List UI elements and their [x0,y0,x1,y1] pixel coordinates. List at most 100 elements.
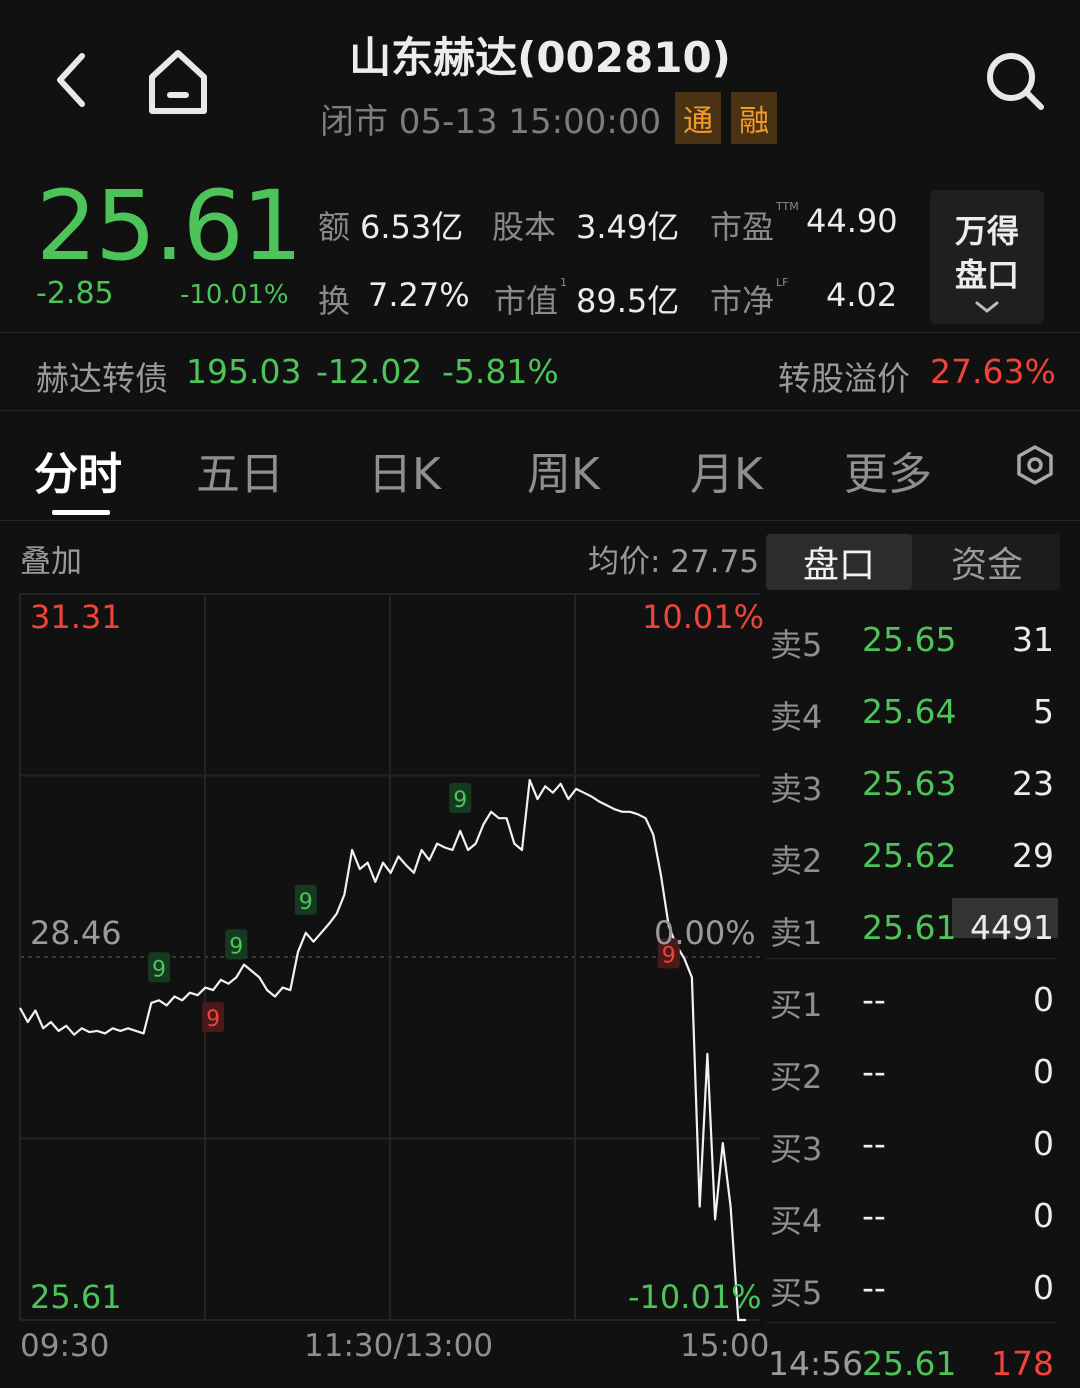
ask-label: 卖1 [770,914,823,952]
bid-row: 买1 -- 0 [766,966,1060,1038]
divider [0,520,1080,521]
bid-row: 买5 -- 0 [766,1254,1060,1326]
marker-label: 9 [299,890,313,915]
tab-capital-flow[interactable]: 资金 [914,534,1060,590]
bid-row: 买3 -- 0 [766,1110,1060,1182]
ask-row: 卖2 25.62 29 [766,822,1060,894]
x-axis-open: 09:30 [20,1328,110,1364]
capital-label: 股本 [492,208,557,246]
tick-price: 25.61 [862,1344,957,1383]
bond-premium-value: 27.63% [930,352,1056,391]
y-axis-mid-price: 28.46 [30,914,122,952]
tab-orderbook[interactable]: 盘口 [766,534,912,590]
capital-value: 3.49亿 [576,208,680,246]
tab-five-day[interactable]: 五日 [196,438,284,502]
mktcap-sup: 1 [560,276,567,289]
ask-label: 卖5 [770,626,823,664]
tick-volume: 178 [991,1344,1054,1383]
turnover-label: 换 [318,282,351,320]
buy-signal-marker: 9 [449,782,472,813]
tag-stock-connect: 通 [675,92,722,144]
chart-series [19,778,746,1322]
bid-price: -- [862,1268,886,1307]
bid-label: 买1 [770,986,823,1024]
mktcap-label: 市值 [494,282,559,320]
ask-price: 25.65 [862,620,957,659]
panel-tabs: 盘口 资金 [766,534,1060,590]
bid-label: 买5 [770,1274,823,1312]
wind-orderbook-button[interactable]: 万得 盘口 [930,190,1044,324]
header: 山东赫达(002810) 闭市 05-13 15:00:00 通 融 [0,0,1080,160]
ask-row: 卖1 25.61 4491 [766,894,1060,966]
ask-volume: 23 [1012,764,1054,803]
orderbook-divider [766,958,1056,959]
overlay-button[interactable]: 叠加 [20,536,82,581]
ask-price: 25.62 [862,836,957,875]
ask-row: 卖3 25.63 23 [766,750,1060,822]
pe-label: 市盈 [710,208,775,246]
active-tab-indicator [52,510,110,515]
amount-value: 6.53亿 [360,208,464,246]
buy-signal-marker: 9 [294,884,317,915]
settings-icon [1017,445,1053,485]
ask-label: 卖3 [770,770,823,808]
tick-time: 14:56 [768,1344,864,1383]
tag-margin: 融 [731,92,778,144]
wind-button-line1: 万得 [954,212,1019,250]
tab-daily-k[interactable]: 日K [368,438,441,502]
ask-price: 25.63 [862,764,957,803]
y-axis-min-pct: -10.01% [628,1278,762,1316]
turnover-value: 7.27% [368,276,470,314]
ask-row: 卖5 25.65 31 [766,606,1060,678]
chart-markers: 999999 [148,782,680,1033]
wind-button-line2: 盘口 [954,256,1019,294]
marker-label: 9 [206,1007,220,1032]
price-line [19,778,746,1322]
intraday-chart[interactable]: 999999 [0,590,760,1330]
x-axis-close: 15:00 [680,1328,770,1364]
bid-label: 买4 [770,1202,823,1240]
bid-volume: 0 [1033,1196,1054,1235]
search-button[interactable] [978,44,1052,118]
buy-signal-marker: 9 [148,952,171,983]
ask-price: 25.61 [862,908,957,947]
tick-row: 14:56 25.61 178 [766,1344,1060,1388]
y-axis-max-price: 31.31 [30,598,122,636]
bid-volume: 0 [1033,980,1054,1019]
bid-price: -- [862,1196,886,1235]
page-title: 山东赫达(002810) [349,33,731,82]
chart-grid [19,593,760,1321]
chart-settings-button[interactable] [1010,440,1060,490]
pb-label: 市净 [710,282,775,320]
ask-row: 卖4 25.64 5 [766,678,1060,750]
orderbook-divider [766,1322,1056,1323]
bid-label: 买3 [770,1130,823,1168]
bid-price: -- [862,1052,886,1091]
bid-volume: 0 [1033,1268,1054,1307]
status-text: 闭市 05-13 15:00:00 [320,101,662,142]
bond-name[interactable]: 赫达转债 [36,352,168,400]
bond-price: 195.03 [186,352,302,391]
bid-label: 买2 [770,1058,823,1096]
tab-intraday[interactable]: 分时 [34,438,122,502]
ask-volume: 31 [1012,620,1054,659]
ask-price: 25.64 [862,692,957,731]
ask-volume: 29 [1012,836,1054,875]
y-axis-min-price: 25.61 [30,1278,122,1316]
mktcap-value: 89.5亿 [576,282,680,320]
tab-more[interactable]: 更多 [844,438,932,502]
divider [0,332,1080,333]
ask-volume: 4491 [970,908,1054,947]
marker-label: 9 [152,957,166,982]
price-change-pct: -10.01% [180,280,289,310]
buy-signal-marker: 9 [225,929,248,960]
divider [0,410,1080,411]
market-status: 闭市 05-13 15:00:00 通 融 [320,92,778,144]
pb-value: 4.02 [826,276,898,314]
tab-monthly-k[interactable]: 月K [690,438,763,502]
y-axis-mid-pct: 0.00% [654,914,756,952]
marker-label: 9 [453,788,467,813]
tab-weekly-k[interactable]: 周K [527,438,600,502]
average-price: 均价: 27.75 [588,544,760,580]
ask-label: 卖2 [770,842,823,880]
